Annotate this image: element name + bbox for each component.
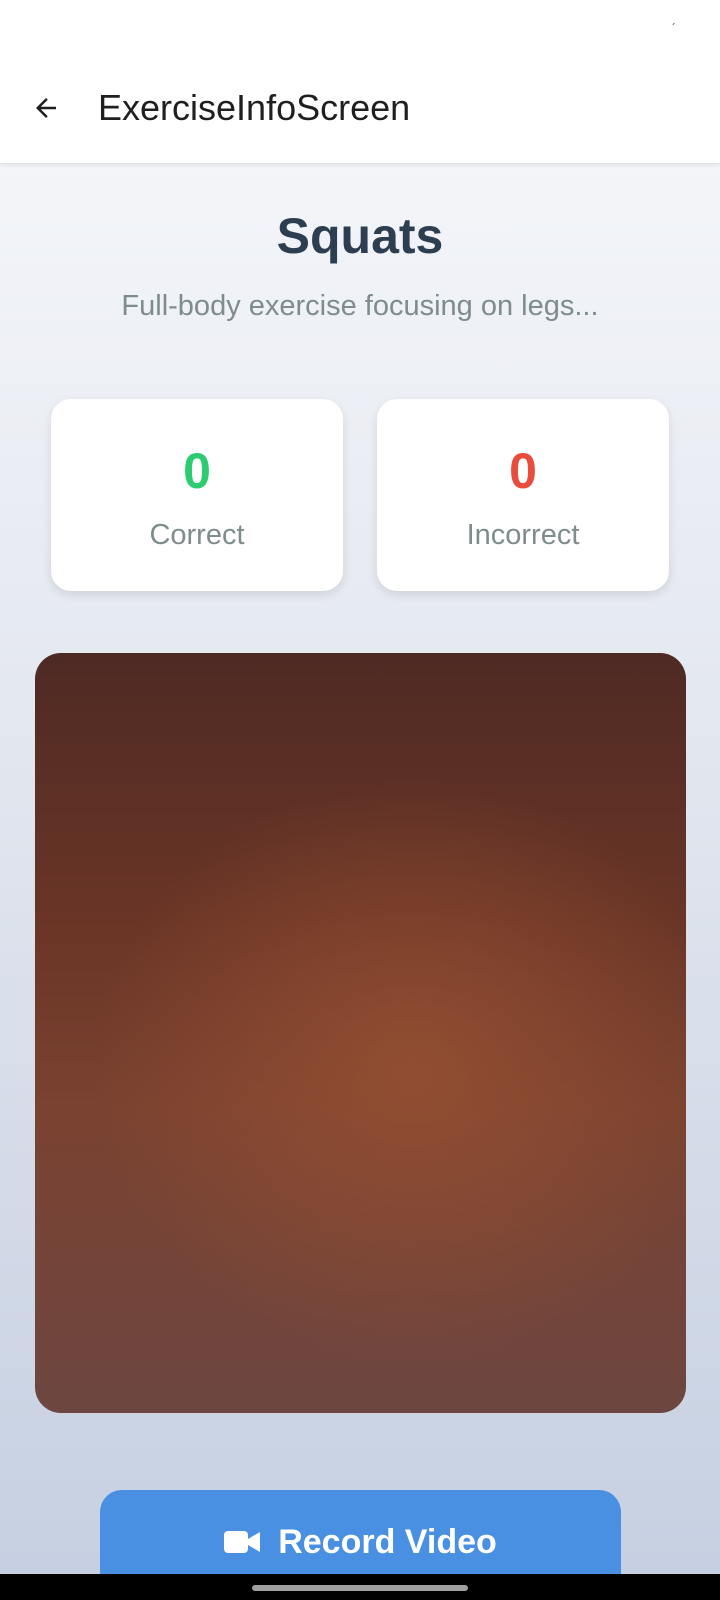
incorrect-count-label: Incorrect	[466, 519, 580, 551]
back-button[interactable]	[22, 84, 70, 132]
page-title: ExerciseInfoScreen	[98, 87, 411, 128]
home-gesture-handle[interactable]	[252, 1585, 468, 1591]
correct-count-card: 0 Correct	[51, 399, 343, 591]
app-bar: ExerciseInfoScreen	[0, 62, 720, 164]
status-bar: ´	[0, 0, 720, 62]
exercise-title: Squats	[276, 208, 444, 264]
status-indicator: ´	[672, 21, 676, 35]
system-navigation-bar	[0, 1574, 720, 1600]
incorrect-count-value: 0	[509, 443, 537, 499]
video-camera-icon	[224, 1531, 261, 1553]
record-video-button[interactable]: Record Video	[100, 1490, 621, 1574]
correct-count-label: Correct	[149, 519, 245, 551]
arrow-left-icon	[36, 98, 56, 118]
correct-count-value: 0	[183, 443, 211, 499]
exercise-content: Squats Full-body exercise focusing on le…	[0, 164, 720, 1574]
incorrect-count-card: 0 Incorrect	[377, 399, 669, 591]
exercise-description: Full-body exercise focusing on legs...	[121, 290, 599, 322]
record-video-label: Record Video	[278, 1523, 497, 1561]
camera-preview	[35, 653, 686, 1413]
